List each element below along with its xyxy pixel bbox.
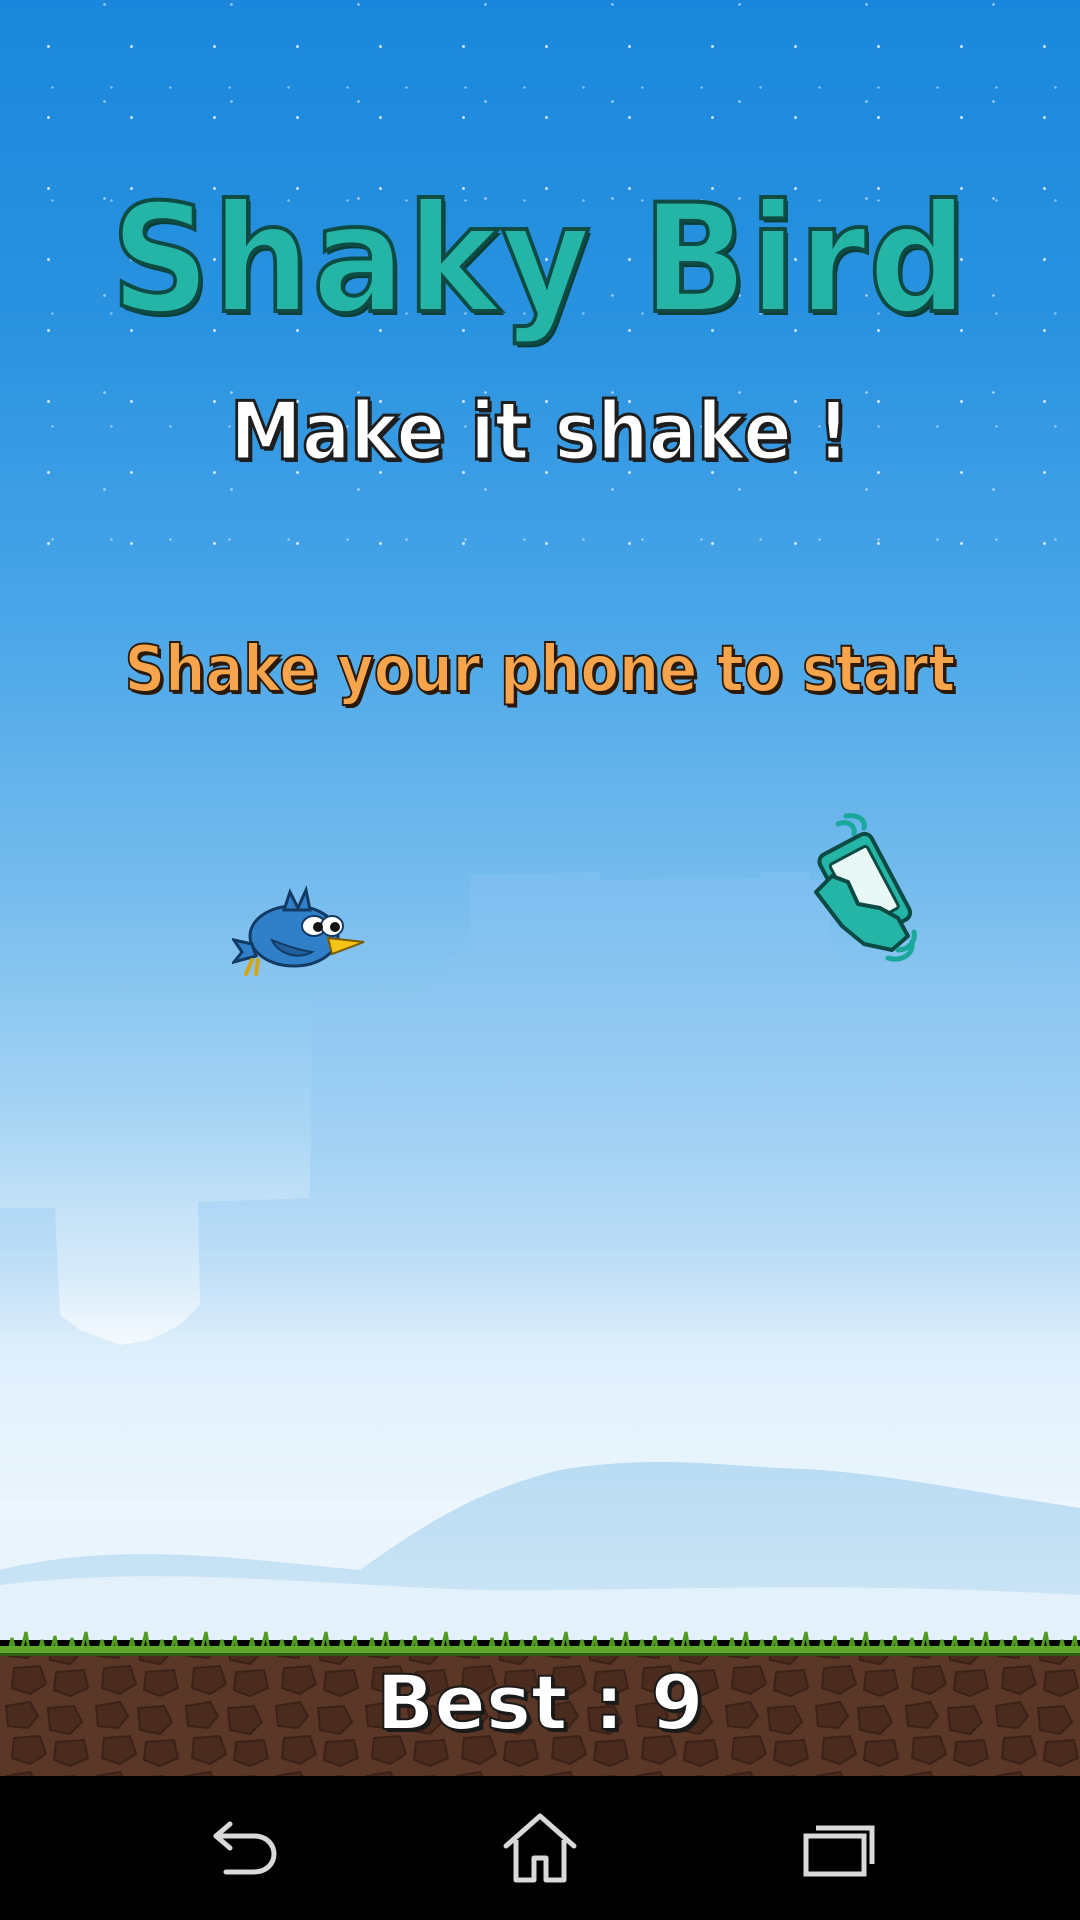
best-score-value: 9 [650, 1658, 705, 1747]
home-icon [503, 1813, 577, 1883]
best-label: Best : [375, 1658, 625, 1747]
phone-shake-icon [814, 813, 917, 962]
game-subtitle: Make it shake ! [229, 385, 851, 478]
game-screen[interactable]: Shaky Bird Make it shake ! Shake your ph… [0, 0, 1080, 1920]
castle-silhouette [0, 872, 1080, 1500]
game-title: Shaky Bird [109, 173, 970, 347]
blue-bird-icon[interactable] [232, 870, 372, 980]
best-score: Best : 9 [0, 1658, 1080, 1747]
recents-button[interactable] [780, 1798, 900, 1898]
home-button[interactable] [480, 1798, 600, 1898]
recents-icon [803, 1825, 875, 1877]
system-navigation-bar [0, 1776, 1080, 1920]
back-icon [213, 1821, 277, 1875]
start-prompt: Shake your phone to start [124, 633, 956, 707]
back-button[interactable] [182, 1798, 302, 1898]
